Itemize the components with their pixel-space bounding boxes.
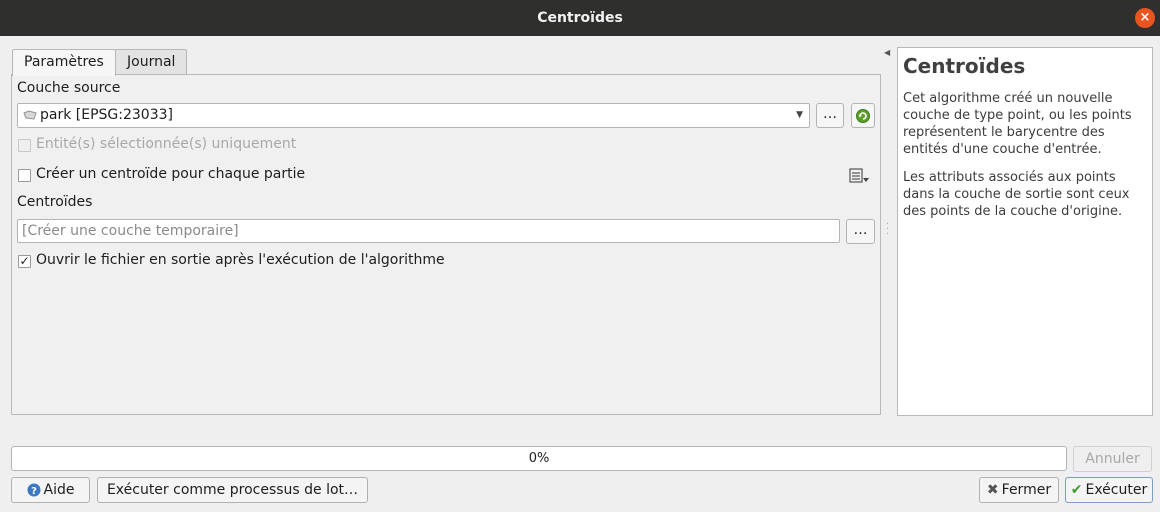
open-output-checkbox[interactable]: ✓ [18, 255, 31, 268]
selected-only-checkbox[interactable] [18, 139, 31, 152]
help-label: Aide [43, 482, 75, 498]
tab-label: Paramètres [24, 54, 104, 70]
close-label: Fermer [1001, 482, 1052, 498]
polygon-layer-icon [23, 110, 37, 120]
collapse-help-arrow-icon[interactable]: ◀ [884, 48, 890, 57]
each-part-label: Créer un centroïde pour chaque partie [36, 166, 306, 182]
list-icon [849, 168, 869, 183]
browse-label: … [823, 106, 837, 122]
help-panel: Centroïdes Cet algorithme créé un nouvel… [897, 47, 1153, 416]
batch-label: Exécuter comme processus de lot… [106, 482, 359, 498]
cancel-button[interactable]: Annuler [1073, 446, 1152, 472]
batch-process-button[interactable]: Exécuter comme processus de lot… [97, 477, 368, 503]
progress-text: 0% [528, 451, 550, 466]
run-button[interactable]: ✔ Exécuter [1065, 477, 1153, 503]
browse-label: … [853, 222, 868, 238]
output-browse-button[interactable]: … [846, 219, 875, 244]
cancel-label: Annuler [1085, 451, 1140, 467]
advanced-options-icon[interactable] [848, 167, 870, 189]
tab-parametres[interactable]: Paramètres [12, 49, 116, 76]
splitter-handle[interactable]: · · · [886, 220, 889, 240]
source-browse-button[interactable]: … [816, 103, 844, 128]
output-input[interactable]: [Créer une couche temporaire] [17, 219, 840, 243]
close-icon: ✖ [986, 482, 999, 498]
help-title: Centroïdes [903, 54, 1026, 78]
output-label: Centroïdes [17, 194, 93, 210]
check-icon: ✓ [19, 254, 30, 268]
each-part-checkbox[interactable] [18, 169, 31, 182]
help-icon: ? [27, 483, 41, 497]
close-button[interactable]: ✖ Fermer [979, 477, 1059, 503]
svg-text:?: ? [31, 486, 37, 497]
chevron-down-icon: ▼ [796, 110, 803, 120]
window-title: Centroïdes [537, 10, 623, 26]
open-output-label: Ouvrir le fichier en sortie après l'exéc… [36, 252, 445, 268]
help-paragraph: Cet algorithme créé un nouvelle couche d… [903, 91, 1132, 157]
run-label: Exécuter [1085, 482, 1148, 498]
output-placeholder: [Créer une couche temporaire] [22, 223, 239, 239]
source-layer-combo[interactable]: park [EPSG:23033] ▼ [17, 103, 810, 128]
iterate-button[interactable] [851, 103, 875, 128]
title-bar: Centroïdes × [0, 0, 1160, 36]
source-layer-label: Couche source [17, 80, 121, 96]
progress-bar: 0% [11, 446, 1067, 471]
close-icon: × [1139, 10, 1151, 25]
checkmark-icon: ✔ [1070, 482, 1083, 498]
refresh-icon [856, 109, 870, 123]
close-window-button[interactable]: × [1135, 8, 1155, 28]
help-paragraph: Les attributs associés aux points dans l… [903, 170, 1130, 219]
tab-journal[interactable]: Journal [115, 49, 188, 75]
source-layer-value: park [EPSG:23033] [40, 107, 173, 123]
tab-label: Journal [127, 54, 176, 70]
help-button[interactable]: ? Aide [11, 477, 90, 503]
selected-only-label: Entité(s) sélectionnée(s) uniquement [36, 136, 297, 152]
